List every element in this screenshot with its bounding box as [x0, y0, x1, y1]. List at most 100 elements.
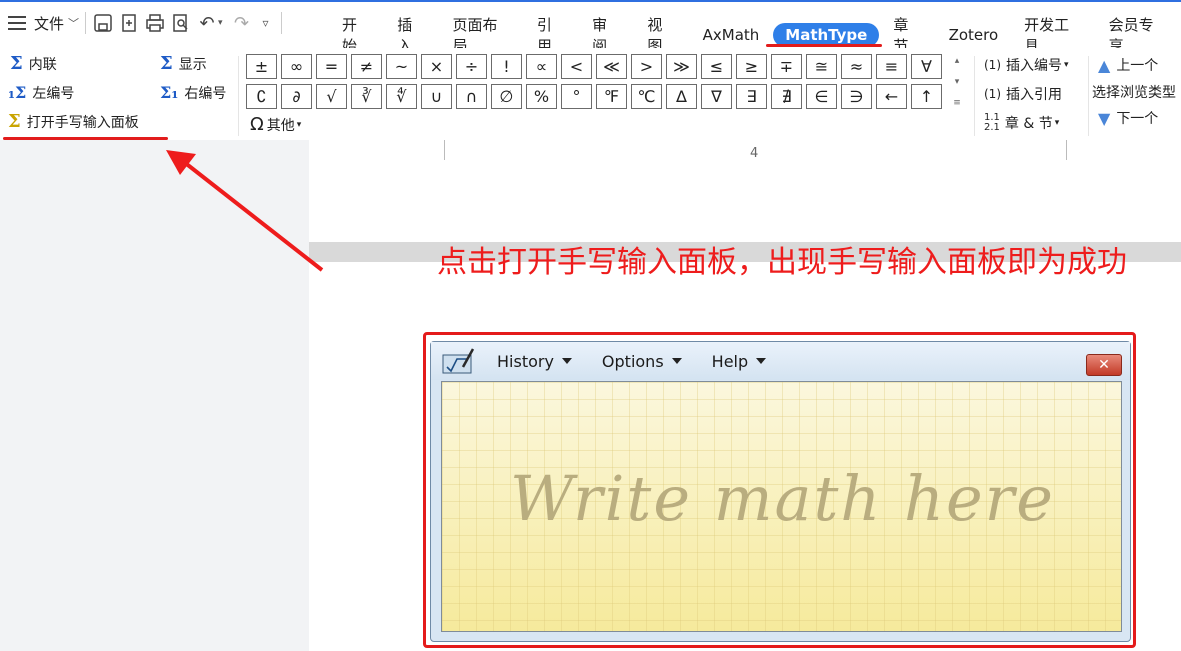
- inline-equation-button[interactable]: Σ 内联: [10, 54, 57, 74]
- document-page[interactable]: 4: [309, 140, 1181, 242]
- symbol-button[interactable]: ←: [876, 84, 907, 109]
- history-menu-label: History: [497, 351, 554, 371]
- chapter-section-button[interactable]: 1.1 2.1 章 & 节 ▾: [984, 113, 1059, 133]
- symbol-button[interactable]: °: [561, 84, 592, 109]
- other-symbols-label: 其他: [266, 117, 295, 134]
- inline-equation-label: 内联: [28, 57, 57, 73]
- symbol-button[interactable]: ∛: [351, 84, 382, 109]
- divider: [238, 56, 239, 136]
- symbol-button[interactable]: <: [561, 54, 592, 79]
- dropdown-arrow-icon: [671, 358, 682, 364]
- symbol-button[interactable]: !: [491, 54, 522, 79]
- symbol-palette-scroller[interactable]: ▴ ▾ ≡: [950, 56, 964, 108]
- symbol-button[interactable]: %: [526, 84, 557, 109]
- left-number-icon: ₁Σ: [8, 83, 27, 102]
- right-numbered-button[interactable]: Σ₁ 右编号: [160, 83, 226, 103]
- symbol-button[interactable]: ∂: [281, 84, 312, 109]
- symbol-button[interactable]: ≈: [841, 54, 872, 79]
- undo-icon[interactable]: ↶: [196, 12, 218, 34]
- symbol-button[interactable]: ≡: [876, 54, 907, 79]
- symbol-button[interactable]: ℃: [631, 84, 662, 109]
- symbol-button[interactable]: >: [631, 54, 662, 79]
- close-icon: ✕: [1098, 357, 1110, 373]
- handwriting-canvas[interactable]: Write math here: [441, 381, 1122, 632]
- symbol-button[interactable]: ∁: [246, 84, 277, 109]
- menu-bar: 文件 ﹀ ↶ ▾ ↷ ▿ 开始 插入 页面布局 引用 审阅 视图 AxMath …: [0, 0, 1181, 55]
- quick-access: 文件 ﹀ ↶ ▾ ↷ ▿: [8, 12, 288, 34]
- symbol-button[interactable]: ∓: [771, 54, 802, 79]
- symbol-button[interactable]: ≅: [806, 54, 837, 79]
- symbol-button[interactable]: ℉: [596, 84, 627, 109]
- symbol-button[interactable]: ×: [421, 54, 452, 79]
- previous-button[interactable]: ▲ 上一个: [1098, 55, 1158, 75]
- symbol-button[interactable]: ∀: [911, 54, 942, 79]
- options-menu[interactable]: Options: [602, 352, 682, 371]
- margin-mark: [1066, 140, 1067, 160]
- symbol-button[interactable]: ∞: [281, 54, 312, 79]
- print-preview-icon[interactable]: [170, 12, 192, 34]
- display-equation-label: 显示: [178, 57, 207, 73]
- open-handwriting-panel-button[interactable]: Σ 打开手写输入面板: [8, 112, 139, 132]
- file-menu[interactable]: 文件: [34, 13, 64, 34]
- other-symbols-button[interactable]: Ω 其他 ▾: [250, 114, 301, 135]
- symbol-button[interactable]: ≤: [701, 54, 732, 79]
- customize-toolbar-icon[interactable]: ▿: [263, 16, 269, 30]
- scroll-down-icon[interactable]: ▾: [955, 77, 960, 87]
- symbol-button[interactable]: ∝: [526, 54, 557, 79]
- symbol-button[interactable]: ↑: [911, 84, 942, 109]
- insert-number-button[interactable]: (1) 插入编号 ▾: [984, 55, 1069, 75]
- symbol-button[interactable]: ∈: [806, 84, 837, 109]
- symbol-button[interactable]: ∩: [456, 84, 487, 109]
- symbol-button[interactable]: =: [316, 54, 347, 79]
- symbol-button[interactable]: ~: [386, 54, 417, 79]
- tab-axmath[interactable]: AxMath: [691, 23, 772, 47]
- divider: [1088, 56, 1089, 136]
- symbol-button[interactable]: ∃: [736, 84, 767, 109]
- symbol-button[interactable]: ∅: [491, 84, 522, 109]
- save-icon[interactable]: [92, 12, 114, 34]
- margin-mark: [444, 140, 445, 160]
- next-button[interactable]: ▼ 下一个: [1098, 108, 1158, 128]
- symbol-button[interactable]: ≫: [666, 54, 697, 79]
- symbol-button[interactable]: ≪: [596, 54, 627, 79]
- instruction-annotation: 点击打开手写输入面板，出现手写输入面板即为成功: [437, 245, 1127, 280]
- tab-zotero[interactable]: Zotero: [937, 23, 1011, 47]
- math-input-panel-menubar: History Options Help ✕: [431, 342, 1130, 380]
- number-icon: (1): [984, 58, 1001, 72]
- symbol-button[interactable]: ∜: [386, 84, 417, 109]
- symbol-button[interactable]: ∇: [701, 84, 732, 109]
- symbol-palette: ± ∞ = ≠ ~ × ÷! ∝ < ≪ > ≫ ≤ ≥ ∓ ≅ ≈ ≡ ∀ ∁ ∂ √ ∛ ∜ ∪ ∩ ∅% ° ℉ ℃ ∆ ∇ ∃ ∄ ∈ ∋ ← ↑: [246, 54, 971, 110]
- symbol-button[interactable]: ≥: [736, 54, 767, 79]
- symbol-button[interactable]: √: [316, 84, 347, 109]
- history-menu[interactable]: History: [497, 352, 572, 371]
- symbol-button[interactable]: ÷: [456, 54, 487, 79]
- symbol-button[interactable]: ∪: [421, 84, 452, 109]
- export-pdf-icon[interactable]: [118, 12, 140, 34]
- next-label: 下一个: [1116, 111, 1159, 127]
- math-input-panel-icon: [441, 347, 475, 375]
- chevron-down-icon: ▾: [296, 119, 302, 130]
- print-icon[interactable]: [144, 12, 166, 34]
- redo-icon[interactable]: ↷: [231, 12, 253, 34]
- symbol-button[interactable]: ∄: [771, 84, 802, 109]
- symbol-button[interactable]: ∆: [666, 84, 697, 109]
- omega-icon: Ω: [250, 114, 264, 135]
- close-button[interactable]: ✕: [1086, 354, 1122, 376]
- scroll-up-icon[interactable]: ▴: [955, 56, 960, 66]
- insert-reference-button[interactable]: (1) 插入引用: [984, 84, 1062, 104]
- mathtype-tab-highlight: [766, 44, 882, 47]
- symbol-button[interactable]: ≠: [351, 54, 382, 79]
- menu-icon[interactable]: [8, 16, 26, 30]
- symbol-button[interactable]: ±: [246, 54, 277, 79]
- chevron-down-icon[interactable]: ﹀: [68, 15, 79, 31]
- arrow-up-icon: ▲: [1098, 55, 1111, 75]
- left-numbered-label: 左编号: [32, 86, 75, 102]
- symbol-button[interactable]: ∋: [841, 84, 872, 109]
- expand-icon[interactable]: ≡: [953, 98, 961, 108]
- browse-type-button[interactable]: 选择浏览类型: [1092, 82, 1176, 102]
- undo-dropdown-icon[interactable]: ▾: [218, 18, 223, 28]
- display-equation-button[interactable]: Σ 显示: [160, 54, 207, 74]
- left-numbered-button[interactable]: ₁Σ 左编号: [8, 83, 74, 103]
- help-menu[interactable]: Help: [712, 352, 767, 371]
- dropdown-arrow-icon: [561, 358, 572, 364]
